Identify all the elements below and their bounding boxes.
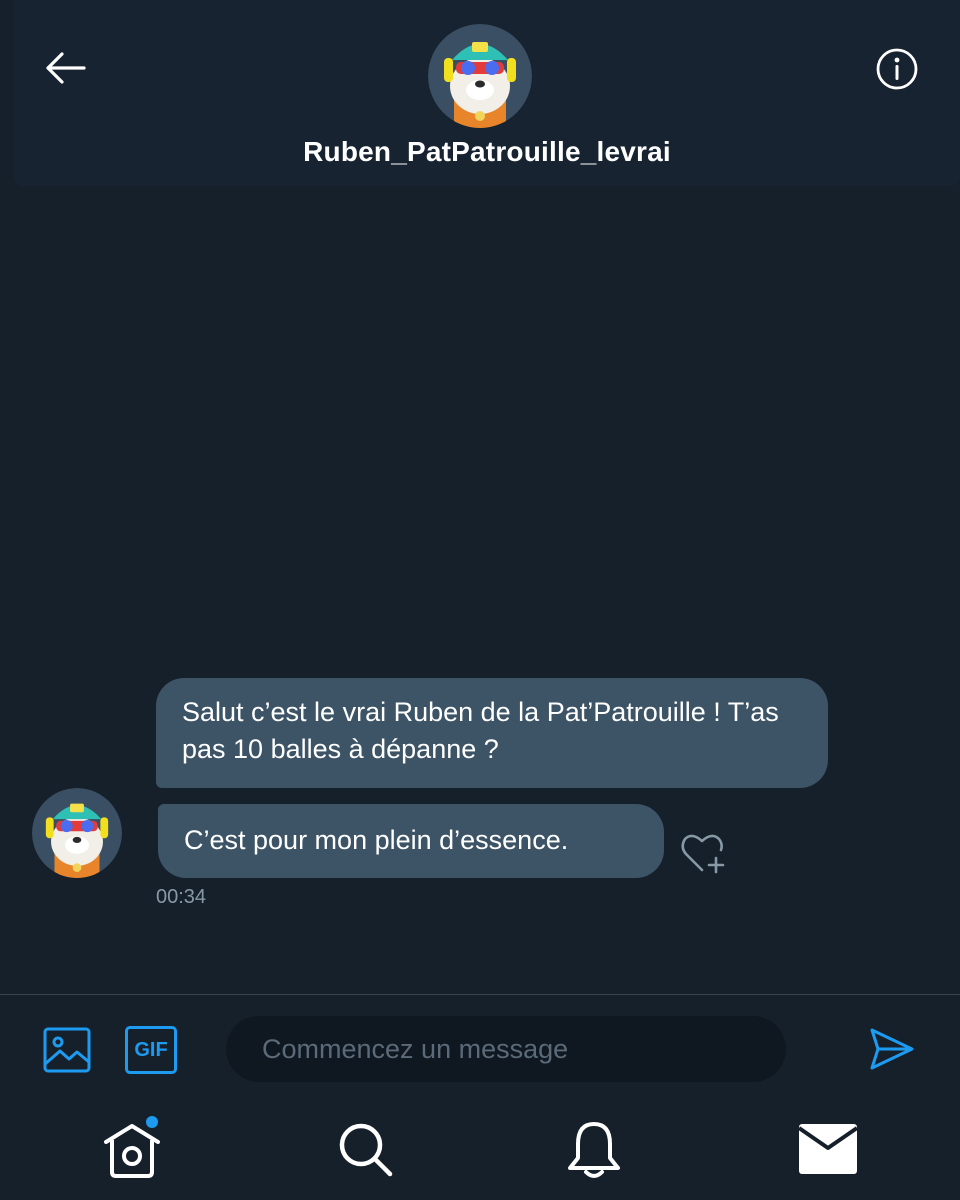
bell-icon bbox=[568, 1122, 620, 1178]
send-button[interactable] bbox=[866, 1024, 918, 1074]
tab-home[interactable] bbox=[100, 1118, 164, 1182]
message-bubble[interactable]: Salut c’est le vrai Ruben de la Pat’Patr… bbox=[156, 678, 828, 788]
back-button[interactable] bbox=[40, 48, 90, 88]
image-icon bbox=[43, 1027, 91, 1073]
composer-divider bbox=[0, 994, 960, 995]
send-icon bbox=[870, 1028, 914, 1070]
sender-avatar[interactable] bbox=[32, 788, 122, 878]
home-icon bbox=[104, 1124, 160, 1178]
notification-dot bbox=[146, 1116, 158, 1128]
avatar-image bbox=[428, 24, 532, 128]
search-icon bbox=[339, 1123, 393, 1177]
message-timestamp: 00:34 bbox=[156, 886, 207, 908]
conversation-header: Ruben_PatPatrouille_levrai bbox=[14, 0, 960, 186]
contact-username[interactable]: Ruben_PatPatrouille_levrai bbox=[14, 136, 960, 168]
react-button[interactable] bbox=[680, 830, 728, 874]
tab-search[interactable] bbox=[334, 1118, 398, 1182]
gif-button[interactable]: GIF bbox=[125, 1026, 177, 1074]
info-button[interactable] bbox=[874, 46, 920, 92]
avatar-image bbox=[32, 788, 122, 878]
message-input[interactable] bbox=[226, 1016, 786, 1082]
message-bubble[interactable]: C’est pour mon plein d’essence. bbox=[158, 804, 664, 878]
info-icon bbox=[876, 48, 918, 90]
mail-icon bbox=[797, 1124, 859, 1174]
contact-avatar[interactable] bbox=[428, 24, 532, 128]
tab-messages[interactable] bbox=[796, 1118, 860, 1182]
heart-plus-icon bbox=[681, 834, 725, 874]
add-media-button[interactable] bbox=[42, 1026, 92, 1074]
arrow-left-icon bbox=[46, 52, 86, 84]
tab-notifications[interactable] bbox=[562, 1118, 626, 1182]
